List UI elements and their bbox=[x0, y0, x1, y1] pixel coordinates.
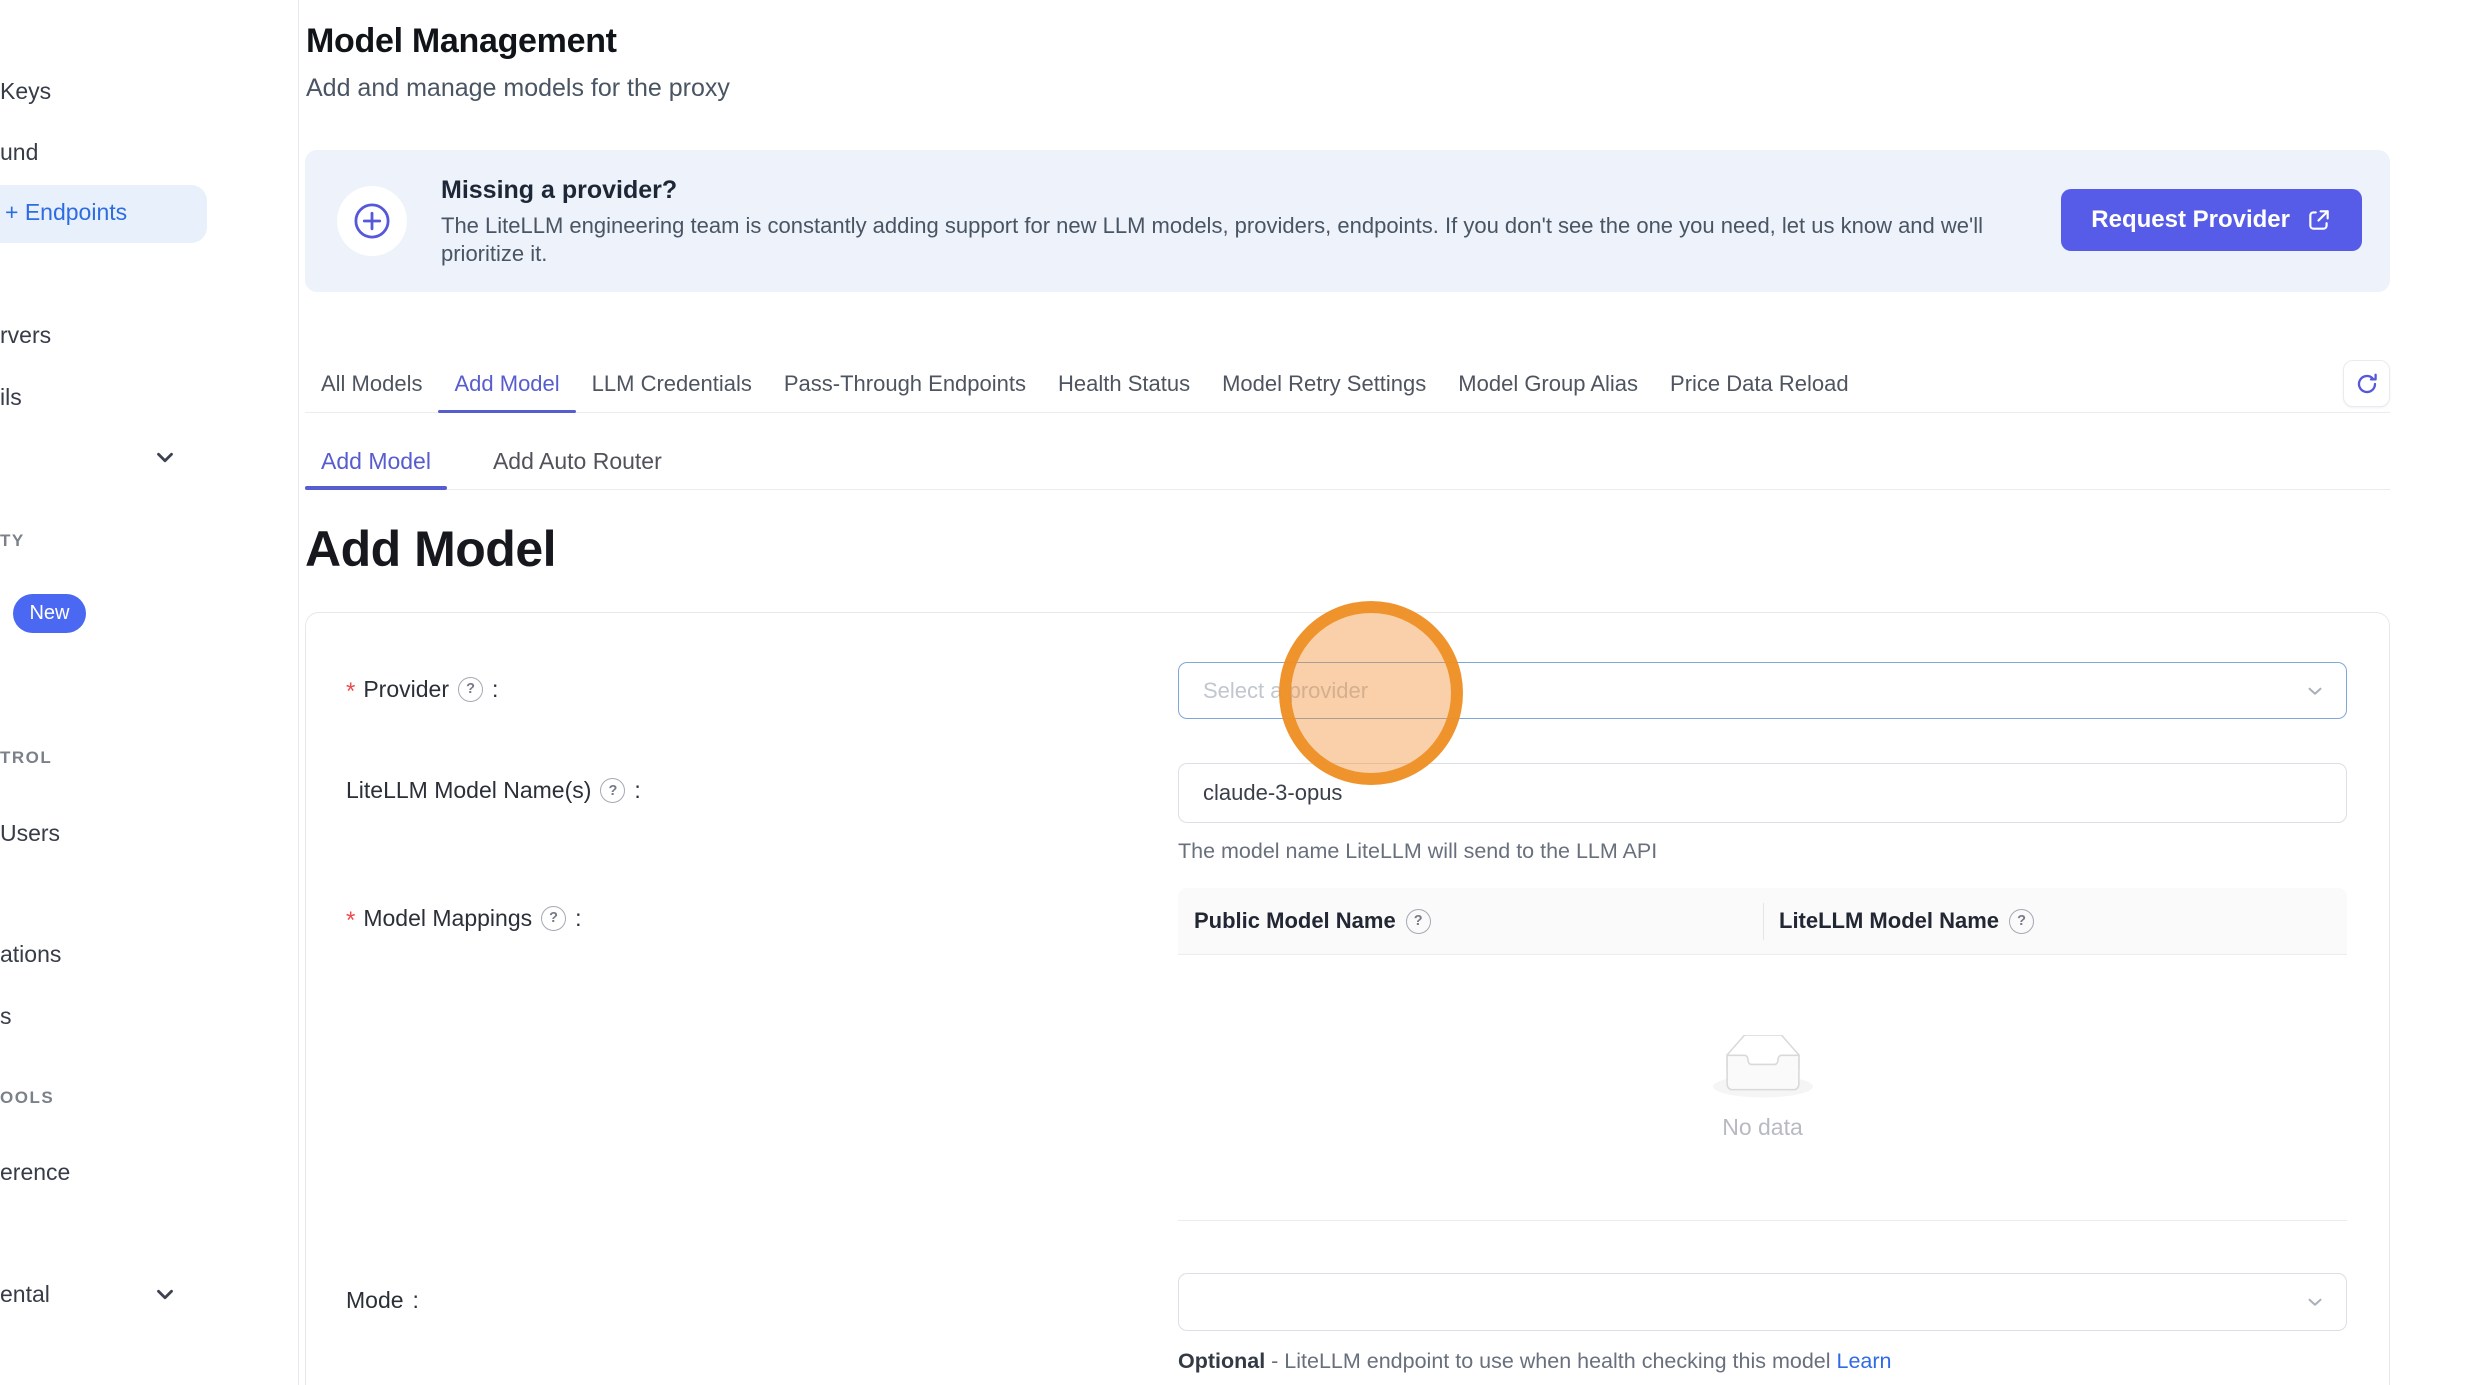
model-management-page: Keys und + Endpoints rvers ils TY New TR… bbox=[0, 0, 2477, 1385]
column-label: Public Model Name bbox=[1194, 908, 1396, 934]
sidebar-section-header: TROL bbox=[0, 748, 52, 768]
required-mark: * bbox=[346, 678, 355, 706]
external-link-icon bbox=[2306, 207, 2332, 233]
label-colon: : bbox=[634, 777, 640, 804]
no-data-text: No data bbox=[1722, 1114, 1803, 1141]
question-circle-icon[interactable]: ? bbox=[600, 778, 625, 803]
tab-health-status[interactable]: Health Status bbox=[1042, 356, 1206, 412]
model-tabs: All Models Add Model LLM Credentials Pas… bbox=[305, 356, 2390, 413]
sidebar-item-guardrails[interactable]: ils bbox=[0, 384, 22, 411]
mode-label: Mode : bbox=[346, 1287, 419, 1314]
mode-helper-bold: Optional bbox=[1178, 1349, 1265, 1373]
column-divider bbox=[1763, 903, 1764, 940]
mappings-empty-state: No data bbox=[1178, 955, 2347, 1221]
provider-select-input[interactable] bbox=[1179, 663, 2346, 718]
column-label: LiteLLM Model Name bbox=[1779, 908, 1999, 934]
model-name-label: LiteLLM Model Name(s) ? : bbox=[346, 777, 641, 804]
tab-all-models[interactable]: All Models bbox=[305, 356, 438, 412]
subtab-add-model[interactable]: Add Model bbox=[305, 433, 447, 489]
mappings-table-header: Public Model Name ? LiteLLM Model Name ? bbox=[1178, 888, 2347, 955]
sidebar-item-keys[interactable]: Keys bbox=[0, 78, 51, 105]
tab-price-data-reload[interactable]: Price Data Reload bbox=[1654, 356, 1865, 412]
request-provider-button[interactable]: Request Provider bbox=[2061, 189, 2362, 251]
tab-llm-credentials[interactable]: LLM Credentials bbox=[576, 356, 768, 412]
column-litellm-model-name: LiteLLM Model Name ? bbox=[1763, 888, 2347, 954]
refresh-button[interactable] bbox=[2343, 360, 2390, 407]
sidebar-item-servers[interactable]: rvers bbox=[0, 322, 51, 349]
required-mark: * bbox=[346, 907, 355, 935]
sidebar-section-header: OOLS bbox=[0, 1088, 54, 1108]
model-mappings-label: * Model Mappings ? : bbox=[346, 904, 582, 932]
sidebar-item-models-endpoints[interactable]: + Endpoints bbox=[0, 185, 207, 243]
question-circle-icon[interactable]: ? bbox=[1406, 909, 1431, 934]
chevron-down-icon[interactable] bbox=[152, 444, 178, 470]
model-name-input[interactable] bbox=[1179, 764, 2346, 822]
tab-add-model[interactable]: Add Model bbox=[438, 356, 575, 412]
mode-select-input[interactable] bbox=[1179, 1274, 2346, 1330]
mode-helper: Optional - LiteLLM endpoint to use when … bbox=[1178, 1349, 1891, 1374]
add-model-form-card: * Provider ? : LiteLLM Model Name(s) ? :… bbox=[305, 612, 2390, 1385]
sidebar-item-label: + Endpoints bbox=[5, 199, 127, 226]
model-name-label-text: LiteLLM Model Name(s) bbox=[346, 777, 591, 804]
missing-provider-banner: Missing a provider? The LiteLLM engineer… bbox=[305, 150, 2390, 292]
banner-body: The LiteLLM engineering team is constant… bbox=[441, 212, 2026, 268]
model-mappings-table: Public Model Name ? LiteLLM Model Name ? bbox=[1178, 888, 2347, 1221]
plus-circle-icon bbox=[337, 186, 407, 256]
chevron-down-icon[interactable] bbox=[152, 1281, 178, 1307]
inbox-icon bbox=[1713, 1035, 1813, 1104]
add-model-subtabs: Add Model Add Auto Router bbox=[305, 433, 2390, 490]
tab-model-retry-settings[interactable]: Model Retry Settings bbox=[1206, 356, 1442, 412]
tab-model-group-alias[interactable]: Model Group Alias bbox=[1442, 356, 1654, 412]
tab-pass-through-endpoints[interactable]: Pass-Through Endpoints bbox=[768, 356, 1042, 412]
label-colon: : bbox=[492, 676, 498, 703]
add-model-heading: Add Model bbox=[305, 520, 556, 578]
sidebar-item-users[interactable]: Users bbox=[0, 820, 60, 847]
provider-label: * Provider ? : bbox=[346, 675, 498, 703]
label-colon: : bbox=[575, 905, 581, 932]
sidebar-item-organizations[interactable]: ations bbox=[0, 941, 61, 968]
banner-title: Missing a provider? bbox=[441, 176, 677, 205]
question-circle-icon[interactable]: ? bbox=[458, 677, 483, 702]
mode-select[interactable] bbox=[1178, 1273, 2347, 1331]
sidebar-divider bbox=[298, 0, 299, 1385]
sidebar-item-reference[interactable]: erence bbox=[0, 1159, 70, 1186]
label-colon: : bbox=[413, 1287, 419, 1314]
refresh-icon bbox=[2355, 372, 2379, 396]
model-name-helper: The model name LiteLLM will send to the … bbox=[1178, 839, 1657, 864]
provider-select[interactable] bbox=[1178, 662, 2347, 719]
subtab-add-auto-router[interactable]: Add Auto Router bbox=[477, 433, 678, 489]
sidebar-item-teams[interactable]: s bbox=[0, 1003, 12, 1030]
model-name-field[interactable] bbox=[1178, 763, 2347, 823]
request-provider-label: Request Provider bbox=[2091, 206, 2290, 234]
model-mappings-label-text: Model Mappings bbox=[363, 905, 532, 932]
sidebar-item-playground[interactable]: und bbox=[0, 139, 38, 166]
sidebar-item-experimental[interactable]: ental bbox=[0, 1281, 50, 1308]
column-public-model-name: Public Model Name ? bbox=[1178, 888, 1763, 954]
page-title: Model Management bbox=[306, 22, 617, 61]
sidebar-section-header: TY bbox=[0, 531, 25, 551]
mode-helper-text: - LiteLLM endpoint to use when health ch… bbox=[1265, 1349, 1836, 1373]
page-subtitle: Add and manage models for the proxy bbox=[306, 74, 730, 103]
new-badge: New bbox=[13, 594, 86, 633]
mode-label-text: Mode bbox=[346, 1287, 404, 1314]
learn-link[interactable]: Learn bbox=[1836, 1349, 1891, 1373]
provider-label-text: Provider bbox=[363, 676, 449, 703]
question-circle-icon[interactable]: ? bbox=[541, 906, 566, 931]
question-circle-icon[interactable]: ? bbox=[2009, 909, 2034, 934]
